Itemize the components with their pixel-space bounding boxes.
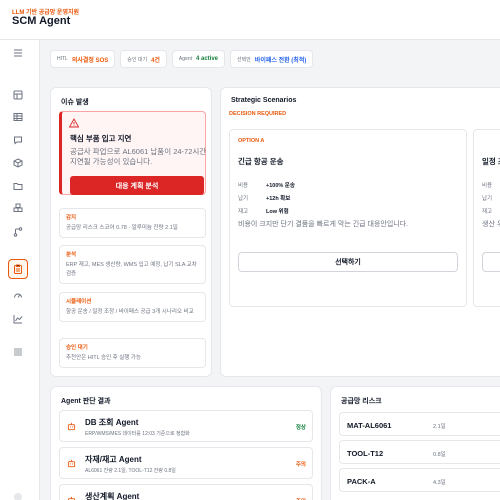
branch-icon[interactable] (8, 222, 28, 242)
agent-name: 생산계획 Agent (85, 492, 140, 500)
policy-value: 바이패스 전환 (최적) (254, 57, 307, 64)
step-head: 승인 대기 (66, 345, 88, 351)
issue-title: 이슈 발생 (61, 99, 89, 106)
stock-label: 재고 (238, 209, 249, 215)
agent-value: 4 active (196, 56, 219, 62)
leadtime-value: +12h 확보 (266, 196, 291, 202)
policy-chip: 선택안 바이패스 전환 (최적) (230, 50, 314, 68)
cost-label: 비용 (238, 183, 249, 189)
agent-chip: Agent 4 active (171, 50, 226, 68)
risk-panel: 공급망 리스크 MAT-AL6061 2.1일 TOOL-T12 0.8일 PA… (330, 386, 500, 500)
gauge-icon[interactable] (8, 285, 28, 305)
agent-name: 자재/재고 Agent (85, 455, 142, 464)
option-description: 비용이 크지만 단기 결품을 빠르게 막는 긴급 대응안입니다. (238, 221, 409, 228)
approval-chip: 승인 대기 4건 (120, 50, 167, 68)
step-head: 시뮬레이션 (66, 299, 92, 305)
response-plan-button[interactable]: 대응 계획 분석 (70, 176, 204, 195)
user-avatar-icon[interactable] (8, 487, 28, 500)
step-approval: 승인 대기 추천안은 HITL 승인 후 실행 가능 (59, 338, 206, 368)
cost-label: 비용 (482, 183, 493, 189)
list-icon[interactable] (8, 342, 28, 362)
hitl-value: 의사결정 SOS (71, 57, 109, 64)
app-header: LLM 기반 공급망 운영지원 SCM Agent (0, 0, 500, 40)
step-body: 추천안은 HITL 승인 후 실행 가능 (66, 355, 142, 361)
agent-row[interactable]: DB 조회 Agent ERP/WMS/MES 데이터를 12:03 기준으로 … (59, 410, 313, 442)
app-title: SCM Agent (12, 15, 71, 27)
agent-row[interactable]: 생산계획 Agent 주의 (59, 484, 313, 500)
option-description: 생산 우 (482, 221, 500, 228)
robot-icon (67, 422, 76, 431)
alert-title: 핵심 부품 입고 지연 (70, 134, 132, 143)
cost-value: +100% 운송 (266, 183, 295, 189)
hitl-chip: HITL 의사결정 SOS (50, 50, 116, 68)
risk-title: 공급망 리스크 (341, 398, 382, 405)
dashboard-icon[interactable] (8, 85, 28, 105)
scenarios-panel: Strategic Scenarios DECISION REQUIRED OP… (220, 87, 500, 377)
policy-label: 선택안 (237, 56, 251, 63)
issue-panel: 이슈 발생 핵심 부품 입고 지연 공급사 파업으로 AL6061 납품이 24… (50, 87, 212, 377)
agent-desc: AL6061 잔량 2.1일, TOOL-T12 잔량 0.8일 (85, 468, 176, 474)
scenarios-title: Strategic Scenarios (231, 97, 297, 104)
risk-row[interactable]: MAT-AL6061 2.1일 (339, 412, 500, 436)
agent-name: DB 조회 Agent (85, 418, 139, 427)
risk-item-days: 4.3일 (433, 480, 446, 486)
risk-item-id: MAT-AL6061 (347, 421, 392, 430)
risk-row[interactable]: PACK-A 4.3일 (339, 468, 500, 492)
step-detect: 감지 공급망 리스크 스코어 0.78 · 알루미늄 잔량 2.1일 (59, 208, 206, 238)
leadtime-label: 납기 (482, 196, 493, 202)
status-badge: 정상 (295, 425, 306, 431)
stock-label: 재고 (482, 209, 493, 215)
agent-results-panel: Agent 판단 결과 DB 조회 Agent ERP/WMS/MES 데이터를… (50, 386, 322, 500)
cube-icon[interactable] (8, 153, 28, 173)
risk-item-days: 0.8일 (433, 452, 446, 458)
chart-icon[interactable] (8, 309, 28, 329)
risk-item-id: TOOL-T12 (347, 449, 384, 458)
select-option-b-button[interactable] (482, 252, 500, 272)
menu-icon[interactable] (8, 43, 28, 63)
issue-alert: 핵심 부품 입고 지연 공급사 파업으로 AL6061 납품이 24-72시간 … (59, 111, 206, 195)
step-body: 공급망 리스크 스코어 0.78 · 알루미늄 잔량 2.1일 (66, 225, 178, 231)
option-title: 일정 조 (482, 157, 500, 166)
approval-value: 4건 (151, 57, 160, 64)
leadtime-label: 납기 (238, 196, 249, 202)
agent-desc: ERP/WMS/MES 데이터를 12:03 기준으로 정합화 (85, 431, 190, 437)
agent-row[interactable]: 자재/재고 Agent AL6061 잔량 2.1일, TOOL-T12 잔량 … (59, 447, 313, 479)
risk-item-id: PACK-A (347, 477, 376, 486)
boxes-icon[interactable] (8, 198, 28, 218)
step-head: 분석 (66, 252, 77, 258)
step-simulate: 시뮬레이션 항공 운송 / 일정 조정 / 바이패스 공급 3개 시나리오 비교 (59, 292, 206, 322)
option-tag: OPTION A (238, 138, 265, 144)
step-body: ERP 재고, MES 생산량, WMS 입고 예정, 납기 SLA 교차 검증 (66, 262, 197, 277)
step-analyze: 분석 ERP 재고, MES 생산량, WMS 입고 예정, 납기 SLA 교차… (59, 245, 206, 284)
risk-row[interactable]: TOOL-T12 0.8일 (339, 440, 500, 464)
agent-results-title: Agent 판단 결과 (61, 398, 111, 405)
alert-body: 공급사 파업으로 AL6061 납품이 24-72시간 지연될 가능성이 있습니… (70, 147, 207, 166)
step-body: 항공 운송 / 일정 조정 / 바이패스 공급 3개 시나리오 비교 (66, 309, 194, 315)
option-b-card[interactable]: 일정 조 비용 납기 재고 생산 우 (473, 129, 500, 307)
warning-icon (69, 118, 79, 128)
chat-icon[interactable] (8, 130, 28, 150)
select-option-a-button[interactable]: 선택하기 (238, 252, 458, 272)
option-a-card[interactable]: OPTION A 긴급 항공 운송 비용 +100% 운송 납기 +12h 확보… (229, 129, 467, 307)
approval-label: 승인 대기 (127, 56, 148, 63)
risk-item-days: 2.1일 (433, 424, 446, 430)
robot-icon (67, 496, 76, 500)
option-title: 긴급 항공 운송 (238, 157, 284, 166)
status-badge: 주의 (295, 462, 306, 468)
robot-icon (67, 459, 76, 468)
agent-label: Agent (178, 56, 192, 62)
clipboard-icon[interactable] (8, 259, 28, 279)
status-bar: HITL 의사결정 SOS 승인 대기 4건 Agent 4 active 선택… (50, 50, 314, 68)
decision-required-label: DECISION REQUIRED (229, 111, 287, 117)
hitl-label: HITL (57, 56, 68, 62)
stock-value: Low 위험 (266, 209, 289, 215)
table-icon[interactable] (8, 107, 28, 127)
folder-icon[interactable] (8, 176, 28, 196)
step-head: 감지 (66, 215, 77, 221)
sidebar (0, 40, 40, 500)
